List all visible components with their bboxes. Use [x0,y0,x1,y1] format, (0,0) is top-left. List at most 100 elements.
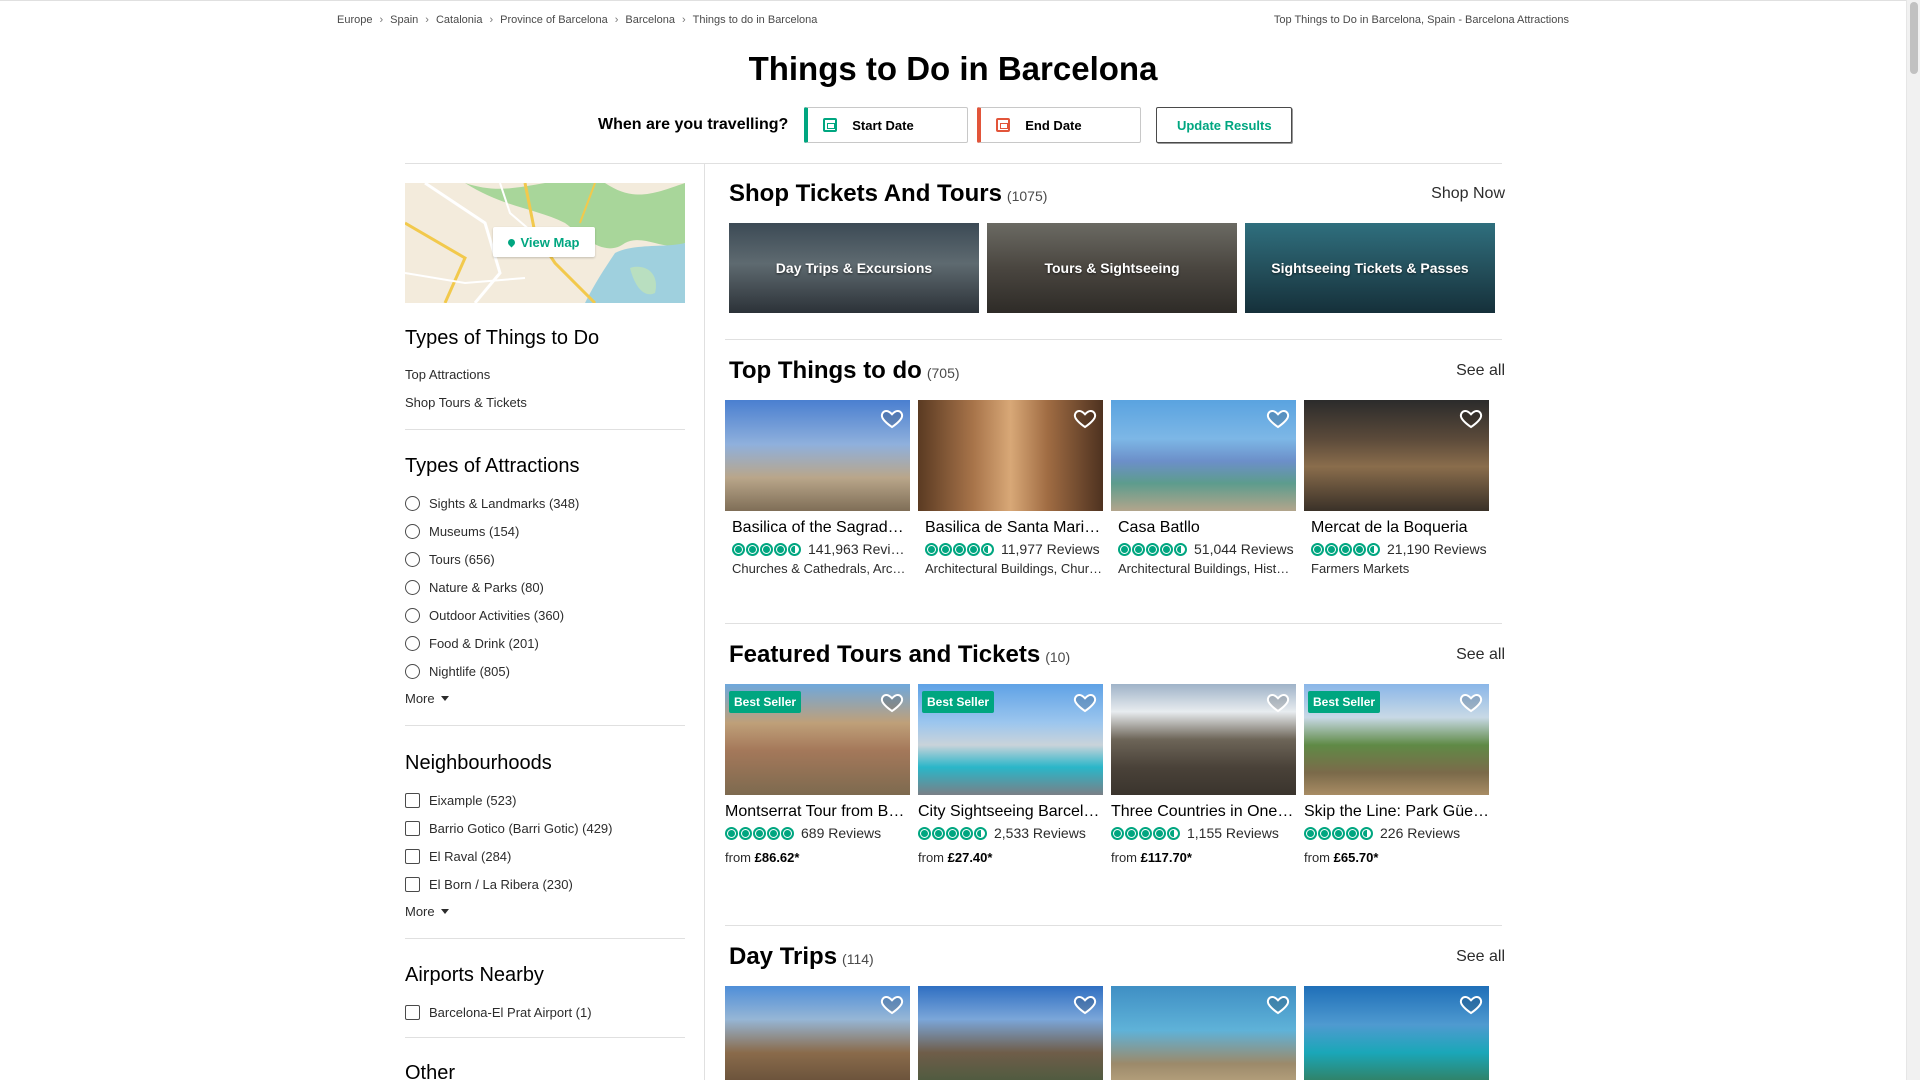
heart-icon[interactable] [880,406,904,430]
neighbourhood-option[interactable]: Eixample (523) [405,791,516,809]
card-title[interactable]: Three Countries in One Day [1111,803,1296,821]
end-date-label: End Date [1025,117,1082,133]
airport-option[interactable]: Barcelona-El Prat Airport (1) [405,1003,592,1021]
review-count: 141,963 Reviews [808,541,910,557]
radio-button[interactable] [405,523,420,539]
daytrip-card[interactable] [1111,986,1296,1080]
attraction-option[interactable]: Sights & Landmarks (348) [405,494,579,512]
tour-card[interactable]: Three Countries in One Day 1,155 Reviews… [1111,684,1296,865]
daytrip-card[interactable] [1304,986,1489,1080]
attraction-option[interactable]: Food & Drink (201) [405,634,539,652]
heart-icon[interactable] [1459,992,1483,1016]
heart-icon[interactable] [1073,406,1097,430]
breadcrumb-barcelona[interactable]: Barcelona [625,14,675,26]
tile-sightseeing-passes[interactable]: Sightseeing Tickets & Passes [1245,223,1495,313]
start-date-field[interactable]: Start Date [804,107,969,143]
radio-button[interactable] [405,579,420,595]
heart-icon[interactable] [1266,690,1290,714]
attractions-more-toggle[interactable]: More [405,691,449,706]
breadcrumb-province[interactable]: Province of Barcelona [500,14,608,26]
radio-button[interactable] [405,663,420,679]
scrollbar-thumb[interactable] [1910,2,1918,74]
review-count: 689 Reviews [801,825,882,841]
attraction-option[interactable]: Outdoor Activities (360) [405,606,564,624]
card-price: from £65.70* [1304,850,1489,865]
update-results-button[interactable]: Update Results [1156,107,1293,143]
card-title[interactable]: Mercat de la Boqueria [1304,519,1489,537]
end-date-field[interactable]: End Date [977,107,1142,143]
breadcrumb-spain[interactable]: Spain [390,14,418,26]
card-title[interactable]: Basilica de Santa Maria del Mar [918,519,1103,537]
checkbox[interactable] [405,1004,420,1020]
attraction-option[interactable]: Museums (154) [405,522,519,540]
featured-see-all-link[interactable]: See all [1456,646,1505,664]
heart-icon[interactable] [880,690,904,714]
attraction-card[interactable]: Mercat de la Boqueria 21,190 Reviews Far… [1304,400,1489,576]
attraction-option[interactable]: Nightlife (805) [405,662,510,680]
top-count: (705) [926,365,960,381]
card-image [1111,400,1296,511]
link-shop-tours-tickets[interactable]: Shop Tours & Tickets [405,395,527,410]
neighbourhood-option[interactable]: El Born / La Ribera (230) [405,875,573,893]
card-image: Best Seller [1304,684,1489,795]
attraction-card[interactable]: Casa Batllo 51,044 Reviews Architectural… [1111,400,1296,576]
neighbourhood-option[interactable]: El Raval (284) [405,847,511,865]
radio-button[interactable] [405,635,420,651]
shop-now-link[interactable]: Shop Now [1431,185,1505,203]
daytrip-card[interactable] [918,986,1103,1080]
heart-icon[interactable] [1459,406,1483,430]
card-title[interactable]: Montserrat Tour from Barcelona [725,803,910,821]
view-map-button[interactable]: View Map [493,227,595,257]
tour-card[interactable]: Best Seller Skip the Line: Park Güell To… [1304,684,1489,865]
attraction-option[interactable]: Nature & Parks (80) [405,578,544,596]
checkbox[interactable] [405,792,420,808]
types-attractions-heading: Types of Attractions [405,455,580,477]
radio-button[interactable] [405,551,420,567]
tour-card[interactable]: Best Seller Montserrat Tour from Barcelo… [725,684,910,865]
heart-icon[interactable] [1073,992,1097,1016]
card-rating: 141,963 Reviews [725,541,910,557]
checkbox[interactable] [405,848,420,864]
map-preview[interactable]: View Map [405,183,685,303]
chevron-right-icon: › [614,14,619,26]
card-title[interactable]: Casa Batllo [1111,519,1296,537]
price-value: £117.70* [1140,850,1192,865]
top-see-all-link[interactable]: See all [1456,362,1505,380]
daytrips-see-all-link[interactable]: See all [1456,948,1505,966]
date-bar: When are you travelling? Start Date End … [598,107,1293,143]
neighbourhoods-more-toggle[interactable]: More [405,904,449,919]
neighbourhood-option[interactable]: Barrio Gotico (Barri Gotic) (429) [405,819,613,837]
card-rating: 226 Reviews [1304,825,1489,841]
checkbox[interactable] [405,876,420,892]
attraction-option[interactable]: Tours (656) [405,550,495,568]
tile-tours-sightseeing[interactable]: Tours & Sightseeing [987,223,1237,313]
breadcrumb-europe[interactable]: Europe [337,14,372,26]
neighbourhoods-heading: Neighbourhoods [405,752,552,774]
attraction-card[interactable]: Basilica de Santa Maria del Mar 11,977 R… [918,400,1103,576]
heart-icon[interactable] [1459,690,1483,714]
radio-button[interactable] [405,607,420,623]
heart-icon[interactable] [1073,690,1097,714]
daytrip-card[interactable] [725,986,910,1080]
daytrips-heading-text: Day Trips [729,943,838,970]
page-scrollbar[interactable] [1906,0,1920,1080]
tour-card[interactable]: Best Seller City Sightseeing Barcelona H… [918,684,1103,865]
other-heading: Other [405,1062,456,1080]
tile-day-trips[interactable]: Day Trips & Excursions [729,223,979,313]
card-title[interactable]: Skip the Line: Park Güell Tour [1304,803,1489,821]
attraction-card[interactable]: Basilica of the Sagrada Familia 141,963 … [725,400,910,576]
heart-icon[interactable] [1266,406,1290,430]
checkbox[interactable] [405,820,420,836]
heart-icon[interactable] [1266,992,1290,1016]
heart-icon[interactable] [880,992,904,1016]
link-top-attractions[interactable]: Top Attractions [405,367,490,382]
card-image: Best Seller [918,684,1103,795]
option-label: Barrio Gotico (Barri Gotic) (429) [429,820,613,836]
best-seller-badge: Best Seller [922,691,995,713]
card-title[interactable]: Basilica of the Sagrada Familia [725,519,910,537]
radio-button[interactable] [405,495,420,511]
card-title[interactable]: City Sightseeing Barcelona Hop-On Hop-Of… [918,803,1103,821]
rating-bubbles-icon [1118,542,1188,556]
breadcrumb-catalonia[interactable]: Catalonia [436,14,482,26]
card-rating: 689 Reviews [725,825,910,841]
